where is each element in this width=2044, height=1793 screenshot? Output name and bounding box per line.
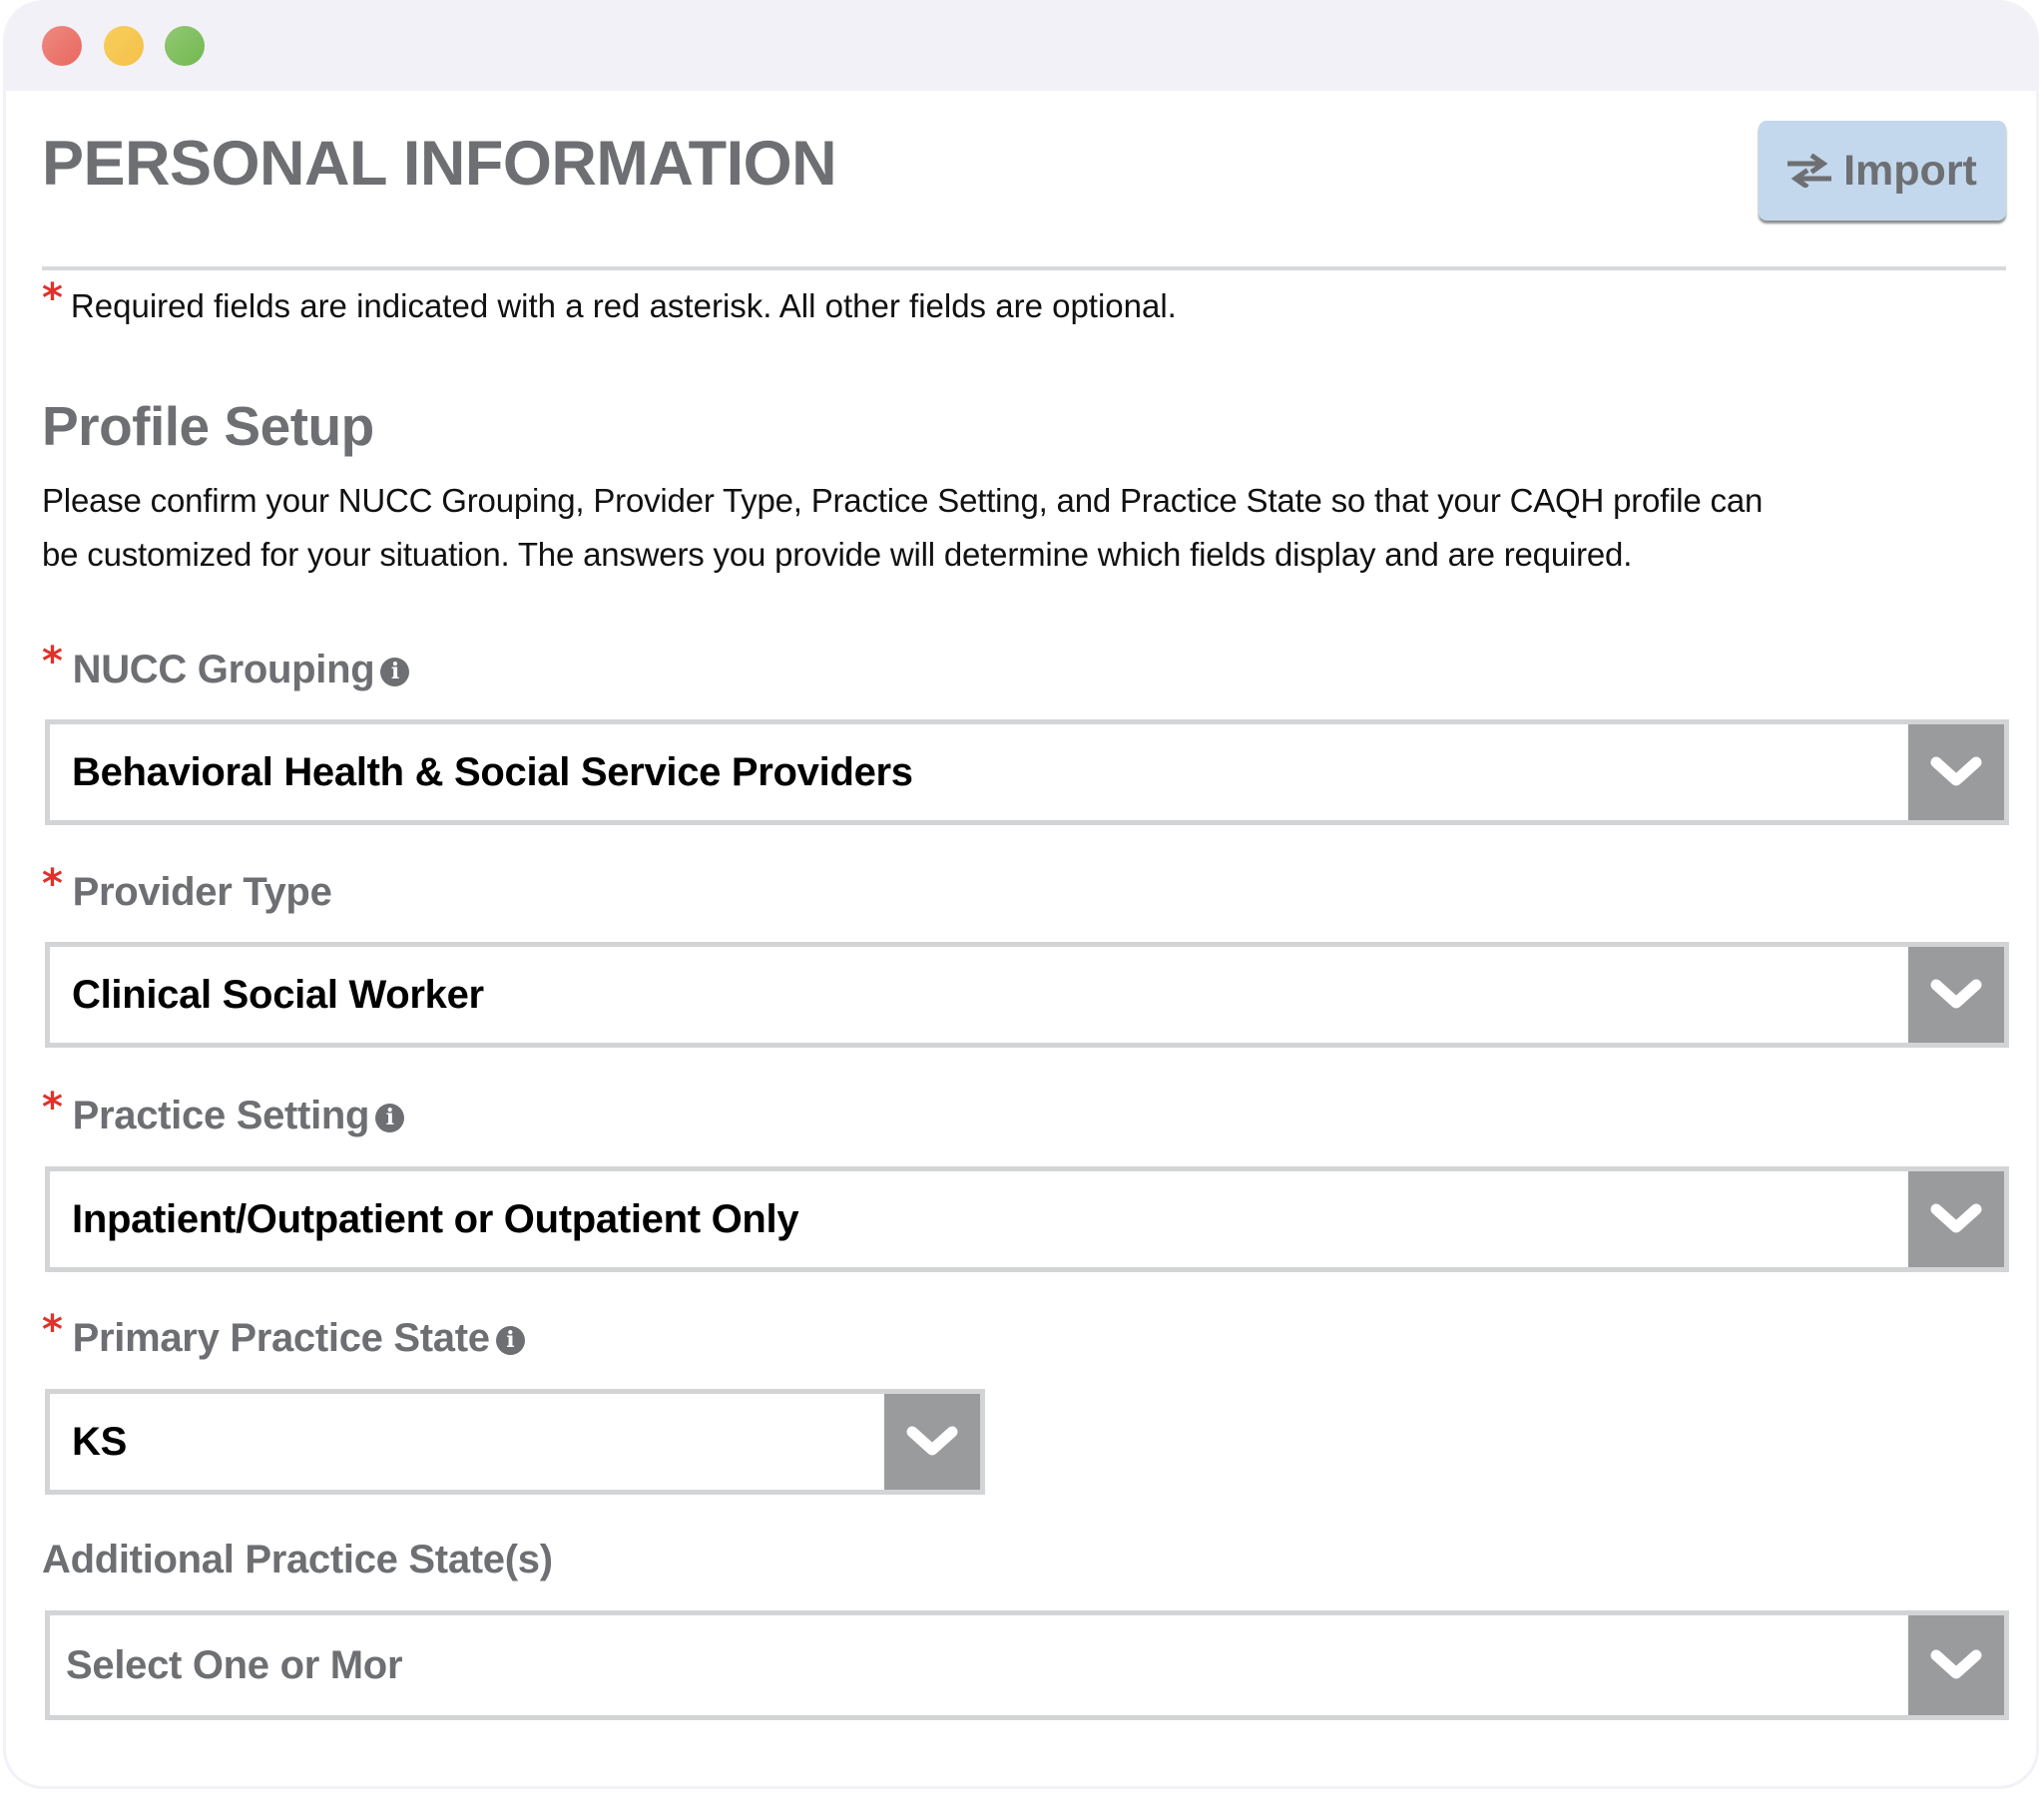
required-asterisk-icon: * (42, 639, 63, 684)
field-label-text: Practice Setting (72, 1093, 370, 1137)
provider-type-select[interactable]: Clinical Social Worker (45, 942, 2009, 1048)
info-icon[interactable]: i (380, 657, 410, 686)
description-line: be customized for your situation. The an… (42, 536, 1633, 573)
minimize-window-button[interactable] (104, 26, 144, 66)
field-label-text: Additional Practice State(s) (42, 1538, 553, 1581)
info-icon[interactable]: i (375, 1103, 405, 1132)
primary-practice-state-select[interactable]: KS (45, 1389, 985, 1495)
import-button-label: Import (1843, 146, 1977, 195)
field-label-text: NUCC Grouping (72, 647, 375, 691)
chevron-down-icon (906, 1426, 958, 1456)
dropdown-toggle[interactable] (1908, 947, 2004, 1043)
import-button[interactable]: Import (1759, 121, 2006, 221)
primary-practice-state-label: * Primary Practice State i (42, 1307, 525, 1361)
required-asterisk-icon: * (42, 861, 63, 907)
chevron-down-icon (1930, 1649, 1982, 1679)
nucc-grouping-label: * NUCC Grouping i (42, 639, 410, 692)
header-divider (42, 266, 2006, 270)
profile-setup-description: Please confirm your NUCC Grouping, Provi… (42, 474, 1763, 582)
close-window-button[interactable] (42, 26, 82, 66)
required-fields-note: * Required fields are indicated with a re… (42, 275, 1177, 327)
selected-value: Clinical Social Worker (72, 972, 484, 1017)
chevron-down-icon (1930, 979, 1982, 1009)
dropdown-toggle[interactable] (884, 1394, 980, 1490)
app-window: PERSONAL INFORMATION Import * Required fi… (3, 0, 2039, 1789)
title-bar (6, 0, 2036, 91)
selected-value: Behavioral Health & Social Service Provi… (72, 749, 913, 794)
additional-practice-states-label: Additional Practice State(s) (42, 1538, 553, 1582)
selected-value: KS (72, 1419, 127, 1464)
selected-value: Inpatient/Outpatient or Outpatient Only (72, 1196, 799, 1241)
description-line: Please confirm your NUCC Grouping, Provi… (42, 482, 1764, 519)
chevron-down-icon (1930, 756, 1982, 786)
dropdown-toggle[interactable] (1908, 724, 2004, 820)
select-placeholder: Select One or Mor (66, 1642, 403, 1687)
required-asterisk-icon: * (42, 275, 63, 321)
maximize-window-button[interactable] (165, 26, 205, 66)
additional-practice-states-select[interactable]: Select One or Mor (45, 1610, 2009, 1720)
required-asterisk-icon: * (42, 1085, 63, 1130)
nucc-grouping-select[interactable]: Behavioral Health & Social Service Provi… (45, 719, 2009, 825)
required-note-text: Required fields are indicated with a red… (70, 287, 1177, 324)
page-title: PERSONAL INFORMATION (42, 129, 837, 199)
exchange-arrows-icon (1788, 154, 1832, 188)
field-label-text: Primary Practice State (72, 1315, 490, 1360)
dropdown-toggle[interactable] (1908, 1171, 2004, 1267)
chevron-down-icon (1930, 1203, 1982, 1233)
practice-setting-select[interactable]: Inpatient/Outpatient or Outpatient Only (45, 1166, 2009, 1272)
practice-setting-label: * Practice Setting i (42, 1085, 405, 1138)
field-label-text: Provider Type (72, 869, 332, 914)
section-title-profile-setup: Profile Setup (42, 395, 374, 457)
provider-type-label: * Provider Type (42, 861, 332, 915)
required-asterisk-icon: * (42, 1307, 63, 1353)
info-icon[interactable]: i (495, 1325, 525, 1355)
dropdown-toggle[interactable] (1908, 1615, 2004, 1715)
